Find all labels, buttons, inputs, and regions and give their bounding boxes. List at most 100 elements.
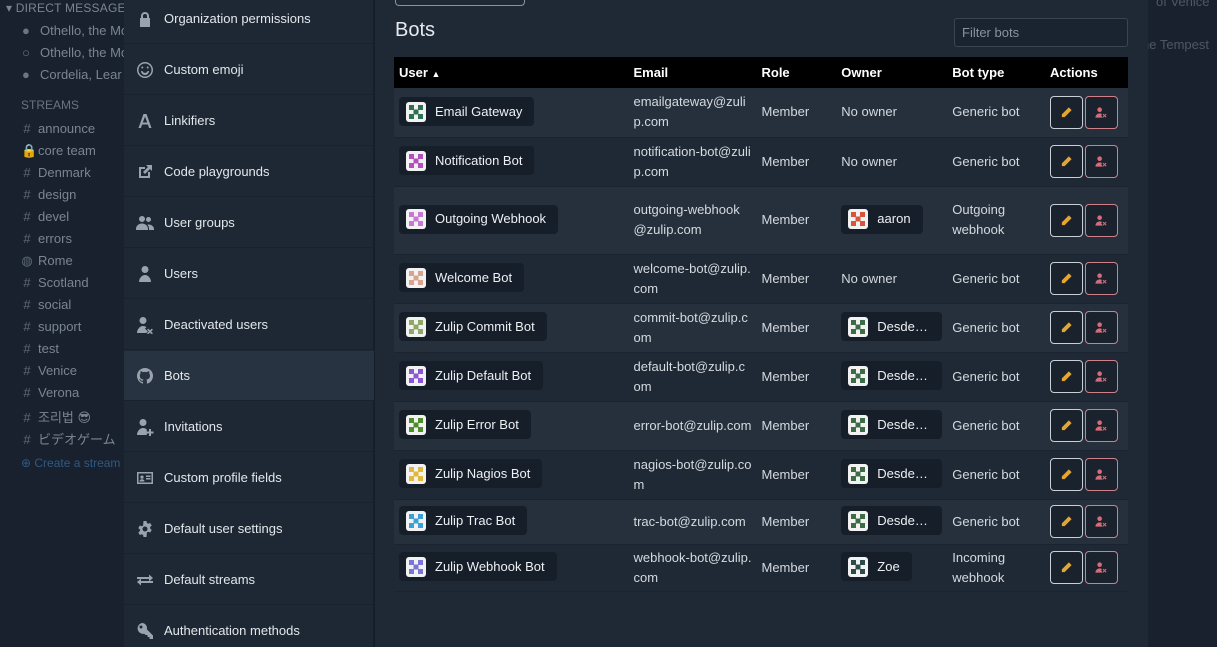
column-header-email[interactable]: Email — [628, 57, 757, 88]
stream-item[interactable]: # Venice — [21, 363, 77, 378]
edit-bot-button[interactable] — [1050, 505, 1084, 538]
create-stream-link[interactable]: ⊕ Create a stream — [21, 456, 120, 470]
edit-bot-button[interactable] — [1050, 311, 1084, 344]
column-header-owner[interactable]: Owner — [836, 57, 948, 88]
settings-sidebar: Organization permissions Custom emoji Link… — [124, 0, 374, 647]
bot-email: outgoing-webhook@zulip.com — [633, 202, 740, 237]
deactivate-bot-button[interactable] — [1085, 262, 1119, 295]
hash-icon: # — [23, 297, 31, 312]
bot-user-pill[interactable]: Zulip Default Bot — [399, 361, 544, 391]
dm-header[interactable]: ▾ DIRECT MESSAGES — [6, 1, 124, 15]
deactivate-bot-button[interactable] — [1085, 311, 1119, 344]
settings-nav-authentication-methods[interactable]: Authentication methods — [124, 606, 374, 647]
column-header-bot-type[interactable]: Bot type — [947, 57, 1046, 88]
stream-item[interactable]: # social — [21, 297, 71, 312]
settings-nav-users[interactable]: Users — [124, 249, 374, 299]
streams-header[interactable]: STREAMS — [21, 98, 79, 112]
deactivate-bot-button[interactable] — [1085, 551, 1119, 584]
column-header-role[interactable]: Role — [756, 57, 837, 88]
stream-item[interactable]: # design — [21, 187, 76, 202]
bot-avatar — [406, 365, 435, 386]
settings-nav-default-user-settings[interactable]: Default user settings — [124, 504, 374, 554]
filter-bots-input[interactable] — [954, 18, 1128, 47]
owner-pill[interactable]: Desdemona — [841, 312, 943, 342]
dm-row[interactable]: ○Othello, the Moor — [22, 45, 124, 60]
stream-item[interactable]: # 조리법 😎 — [21, 407, 91, 426]
edit-bot-button[interactable] — [1050, 203, 1084, 237]
owner-pill[interactable]: Desdemona — [841, 361, 943, 391]
role-cell: Member — [756, 352, 837, 402]
user-times-icon — [1095, 322, 1107, 333]
stream-item[interactable]: # support — [21, 319, 81, 334]
pencil-icon — [1061, 107, 1072, 117]
bots-settings-panel: Bots User ▲ Email Role Owner Bot type Ac… — [375, 0, 1148, 647]
owner-pill[interactable]: Desdemona — [841, 506, 943, 536]
settings-nav-default-streams[interactable]: Default streams — [124, 555, 374, 605]
add-bot-button[interactable] — [395, 0, 525, 6]
bot-user-pill[interactable]: Zulip Webhook Bot — [399, 552, 557, 582]
user-icon — [124, 265, 164, 283]
deactivate-bot-button[interactable] — [1085, 505, 1119, 538]
table-row: Outgoing Webhook outgoing-webhook@zulip.… — [394, 186, 1128, 255]
stream-item[interactable]: # Denmark — [21, 165, 90, 180]
hash-icon: # — [23, 363, 31, 378]
settings-nav-custom-profile-fields[interactable]: Custom profile fields — [124, 453, 374, 503]
bot-user-pill[interactable]: Outgoing Webhook — [399, 204, 559, 234]
owner-pill[interactable]: Desdemona — [841, 410, 943, 440]
exchange-icon — [124, 571, 164, 589]
owner-cell: Desdemona — [836, 450, 948, 500]
settings-nav-deactivated-users[interactable]: Deactivated users — [124, 300, 374, 350]
deactivate-bot-button[interactable] — [1085, 409, 1119, 442]
dm-row[interactable]: ●Othello, the Moor of Venice — [22, 23, 124, 38]
bot-user-pill[interactable]: Welcome Bot — [399, 263, 525, 293]
owner-pill[interactable]: aaron — [841, 204, 923, 234]
owner-pill[interactable]: Desdemona — [841, 459, 943, 489]
bot-user-pill[interactable]: Zulip Commit Bot — [399, 312, 547, 342]
bot-avatar — [406, 414, 435, 435]
email-cell: emailgateway@zulip.com — [628, 88, 757, 138]
bot-user-pill[interactable]: Email Gateway — [399, 97, 535, 126]
owner-pill[interactable]: Zoe — [841, 552, 912, 582]
deactivate-bot-button[interactable] — [1085, 360, 1119, 393]
bot-user-pill[interactable]: Notification Bot — [399, 146, 535, 176]
edit-bot-button[interactable] — [1050, 360, 1084, 393]
bot-type-cell: Generic bot — [947, 352, 1046, 402]
deactivate-bot-button[interactable] — [1085, 95, 1119, 129]
bot-user-pill[interactable]: Zulip Error Bot — [399, 410, 531, 440]
deactivate-bot-button[interactable] — [1085, 145, 1119, 178]
role-cell: Member — [756, 544, 837, 592]
role-cell: Member — [756, 450, 837, 500]
stream-item[interactable]: # errors — [21, 231, 72, 246]
stream-item[interactable]: ◍ Rome — [21, 253, 72, 269]
edit-bot-button[interactable] — [1050, 145, 1084, 178]
edit-bot-button[interactable] — [1050, 95, 1084, 129]
stream-item[interactable]: # devel — [21, 209, 69, 224]
left-sidebar-background: ▾ DIRECT MESSAGES ●Othello, the Moor of … — [0, 0, 124, 647]
table-row: Zulip Error Bot error-bot@zulip.com Memb… — [394, 401, 1128, 451]
stream-item[interactable]: # test — [21, 341, 59, 356]
edit-bot-button[interactable] — [1050, 409, 1084, 442]
stream-item[interactable]: # ビデオゲーム — [21, 429, 115, 448]
stream-item[interactable]: # Verona — [21, 385, 79, 400]
bot-user-pill[interactable]: Zulip Nagios Bot — [399, 459, 543, 489]
settings-nav-custom-emoji[interactable]: Custom emoji — [124, 45, 374, 95]
settings-nav-invitations[interactable]: Invitations — [124, 402, 374, 452]
settings-nav-bots[interactable]: Bots — [124, 351, 374, 401]
dm-row[interactable]: ● Cordelia, Lear — [22, 67, 122, 82]
deactivate-bot-button[interactable] — [1085, 203, 1119, 237]
stream-item[interactable]: 🔒core team — [21, 143, 96, 159]
stream-item[interactable]: # Scotland — [21, 275, 88, 290]
column-header-user[interactable]: User ▲ — [394, 57, 629, 88]
deactivate-bot-button[interactable] — [1085, 458, 1119, 491]
settings-nav-code-playgrounds[interactable]: Code playgrounds — [124, 147, 374, 197]
pencil-icon — [1061, 273, 1072, 284]
settings-nav-linkifiers[interactable]: Linkifiers — [124, 96, 374, 146]
hash-icon: # — [23, 121, 31, 136]
edit-bot-button[interactable] — [1050, 262, 1084, 295]
settings-nav-user-groups[interactable]: User groups — [124, 198, 374, 248]
stream-item[interactable]: # announce — [21, 121, 95, 136]
edit-bot-button[interactable] — [1050, 458, 1084, 491]
edit-bot-button[interactable] — [1050, 551, 1084, 584]
settings-nav-organization-permissions[interactable]: Organization permissions — [124, 0, 374, 44]
bot-user-pill[interactable]: Zulip Trac Bot — [399, 506, 528, 536]
